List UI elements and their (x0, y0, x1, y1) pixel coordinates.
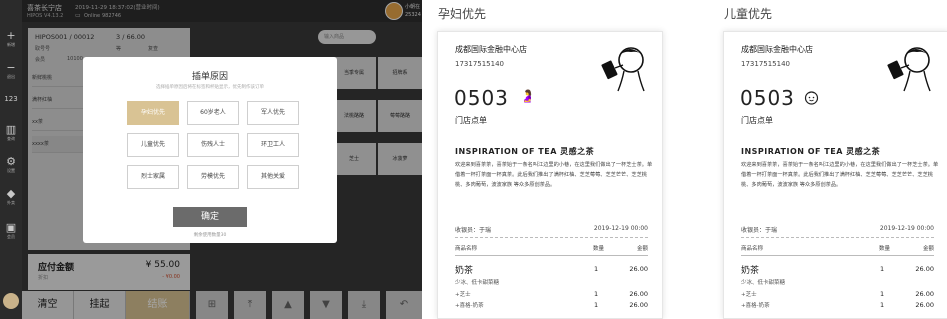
divider (455, 237, 648, 238)
rail-settings[interactable]: ⚙ 设置 (0, 156, 22, 174)
cashier: 收银员：于瑞 (455, 227, 492, 234)
rail-number[interactable]: 123 (0, 94, 22, 104)
avatar[interactable] (3, 293, 19, 309)
reason-child[interactable]: 儿童优先 (127, 133, 179, 157)
reason-model-worker[interactable]: 劳模优先 (187, 165, 239, 189)
sub-item-amount: 26.00 (629, 301, 648, 309)
rail-delivery[interactable]: ◆ 外卖 (0, 188, 22, 206)
brand-line: INSPIRATION OF TEA 灵感之茶 (741, 147, 881, 156)
child-face-icon (804, 91, 819, 105)
remaining-count: 剩余使用数量30 (193, 233, 227, 238)
item-amount: 26.00 (915, 265, 934, 273)
rail-query[interactable]: ▥ 查询 (0, 124, 22, 142)
drinking-person-illustration (887, 47, 931, 92)
receipt-pregnant: 成都国际金融中心店 17317515140 0503 🤰 门店点单 INSPIR… (437, 31, 663, 319)
rail-add[interactable]: + 新增 (0, 30, 22, 48)
section-title-child: 儿童优先 (724, 7, 773, 21)
item-name: 奶茶 (741, 266, 760, 276)
brand-line: INSPIRATION OF TEA 灵感之茶 (455, 147, 595, 156)
tag-icon: ◆ (6, 187, 16, 200)
pregnant-icon: 🤰 (520, 89, 535, 103)
member-icon: ▣ (5, 221, 17, 234)
item-note: 少冰、低卡甜菜糖 (741, 280, 786, 286)
dialog-subtitle: 选择插单原因后将在标签和杯贴显示，优先制作该订单 (156, 85, 264, 90)
receipt-datetime: 2019-12-19 00:00 (593, 225, 648, 232)
sub-item-name: +芝士 (455, 292, 471, 298)
item-qty: 1 (880, 265, 885, 273)
item-qty: 1 (594, 265, 599, 273)
reason-sanitation[interactable]: 环卫工人 (247, 133, 299, 157)
drinking-person-illustration (601, 47, 645, 92)
col-name: 商品名称 (741, 246, 764, 252)
reason-military[interactable]: 军人优先 (247, 101, 299, 125)
store-phone: 17317515140 (741, 60, 790, 68)
store-phone: 17317515140 (455, 60, 504, 68)
col-amount: 金额 (922, 246, 934, 252)
left-rail: + 新增 − 退出 123 ▥ 查询 ⚙ 设置 ◆ 外卖 ▣ 会员 (0, 0, 22, 319)
sub-item-amount: 26.00 (915, 301, 934, 309)
reason-pregnant[interactable]: 孕妇优先 (127, 101, 179, 125)
order-type: 门店点单 (741, 116, 773, 125)
col-qty: 数量 (593, 246, 605, 252)
sub-item-qty: 1 (880, 290, 885, 298)
col-name: 商品名称 (455, 246, 478, 252)
reason-martyr-family[interactable]: 烈士家属 (127, 165, 179, 189)
item-note: 少冰、低卡甜菜糖 (455, 280, 500, 286)
sub-item-amount: 26.00 (915, 290, 934, 298)
brand-story: 欢迎来到喜茶茶，喜茶始于一条名叫江边里的小巷，在这里我们做出了一杯芝士茶。单借着… (741, 162, 939, 188)
sub-item-name: +喜格-奶茶 (741, 303, 770, 309)
col-qty: 数量 (879, 246, 891, 252)
store-name: 成都国际金融中心店 (741, 45, 813, 54)
pos-screen: + 新增 − 退出 123 ▥ 查询 ⚙ 设置 ◆ 外卖 ▣ 会员 喜茶长宁店 … (0, 0, 422, 319)
gear-icon: ⚙ (6, 155, 16, 168)
sub-item-name: +芝士 (741, 292, 757, 298)
store-name: 成都国际金融中心店 (455, 45, 527, 54)
pickup-number: 0503 (740, 86, 795, 110)
reason-elderly[interactable]: 60岁老人 (187, 101, 239, 125)
divider (455, 255, 648, 256)
rail-member[interactable]: ▣ 会员 (0, 222, 22, 240)
item-name: 奶茶 (455, 266, 474, 276)
sub-item-qty: 1 (880, 301, 885, 309)
insert-order-dialog: 插单原因 选择插单原因后将在标签和杯贴显示，优先制作该订单 孕妇优先 60岁老人… (83, 57, 337, 243)
brand-story: 欢迎来到喜茶茶，喜茶始于一条名叫江边里的小巷，在这里我们做出了一杯芝士茶。单借着… (455, 162, 653, 188)
receipt-datetime: 2019-12-19 00:00 (879, 225, 934, 232)
minus-icon: − (6, 61, 16, 74)
rail-exit[interactable]: − 退出 (0, 62, 22, 80)
item-amount: 26.00 (629, 265, 648, 273)
dialog-title: 插单原因 (191, 72, 228, 82)
sub-item-amount: 26.00 (629, 290, 648, 298)
trash-icon: ▥ (5, 123, 17, 136)
order-type: 门店点单 (455, 116, 487, 125)
section-title-pregnant: 孕妇优先 (438, 7, 487, 21)
sub-item-name: +喜格-奶茶 (455, 303, 484, 309)
sub-item-qty: 1 (594, 301, 599, 309)
plus-icon: + (6, 29, 16, 42)
confirm-button[interactable]: 确定 (173, 207, 247, 227)
reason-other[interactable]: 其他关爱 (247, 165, 299, 189)
cashier: 收银员：于瑞 (741, 227, 778, 234)
pickup-number: 0503 (454, 86, 509, 110)
divider (741, 237, 934, 238)
receipt-child: 成都国际金融中心店 17317515140 0503 门店点单 INSPIRAT… (723, 31, 947, 319)
divider (741, 255, 934, 256)
reason-disabled[interactable]: 伤残人士 (187, 133, 239, 157)
sub-item-qty: 1 (594, 290, 599, 298)
col-amount: 金额 (636, 246, 648, 252)
